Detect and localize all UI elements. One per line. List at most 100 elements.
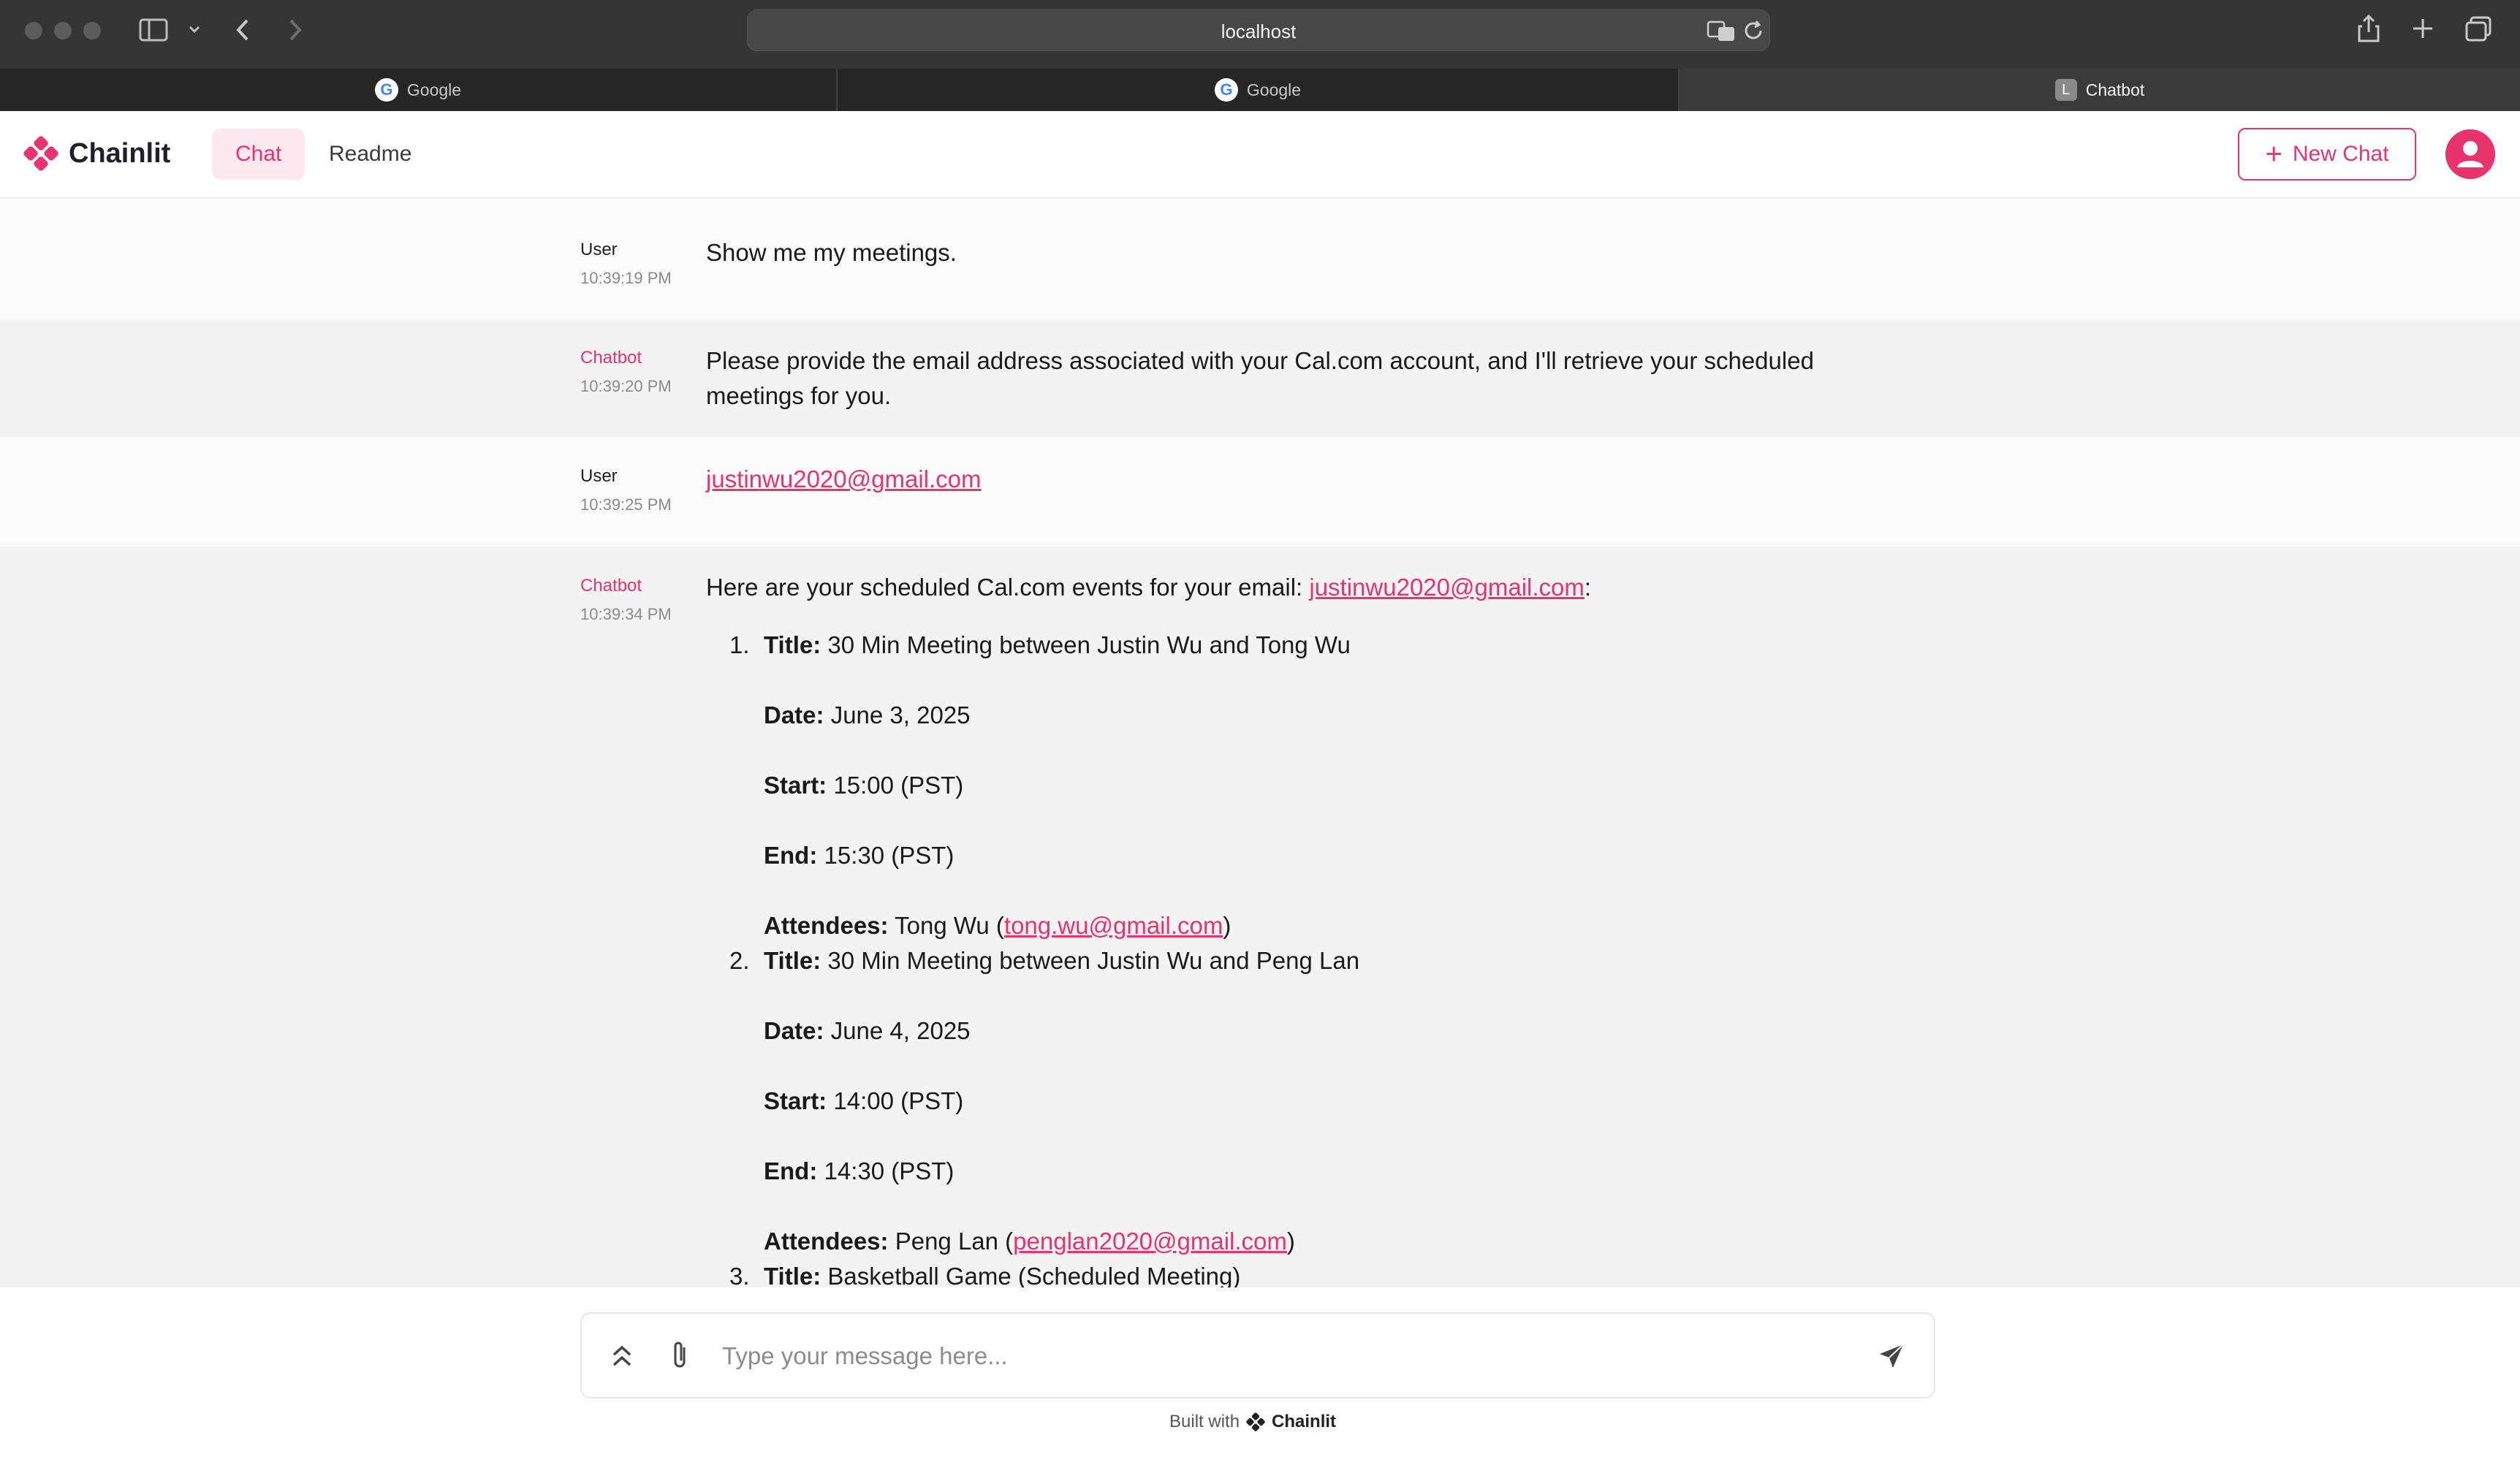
user-message: User 10:39:25 PM justinwu2020@gmail.com — [0, 437, 2520, 547]
field-value: June 4, 2025 — [830, 1017, 971, 1044]
attendee-close: ) — [1223, 912, 1231, 939]
attendee-name: Tong Wu ( — [895, 912, 1004, 939]
back-arrow-icon[interactable] — [234, 16, 251, 47]
list-number: 2. — [729, 947, 750, 974]
browser-tab-active[interactable]: L Chatbot — [1680, 69, 2520, 111]
new-tab-icon[interactable] — [2410, 16, 2435, 45]
user-icon — [2457, 141, 2483, 167]
tab-overview-icon[interactable] — [2464, 16, 2492, 46]
browser-tab[interactable]: G Google — [838, 69, 1678, 111]
reload-icon[interactable] — [1743, 19, 1765, 46]
tab-label: Google — [1246, 80, 1302, 99]
minimize-window-button[interactable] — [54, 22, 72, 39]
attendee-email-link[interactable]: penglan2020@gmail.com — [1013, 1228, 1287, 1255]
email-link[interactable]: justinwu2020@gmail.com — [706, 465, 982, 492]
address-bar[interactable]: localhost — [747, 9, 1770, 51]
chainlit-logo-icon — [23, 136, 58, 171]
tab-bar: G Google G Google L Chatbot — [0, 69, 2520, 111]
bot-message: Chatbot 10:39:34 PM Here are your schedu… — [0, 547, 2520, 1287]
event-start: Start: 15:00 (PST) — [764, 772, 963, 799]
bot-message: Chatbot 10:39:20 PM Please provide the e… — [0, 320, 2520, 437]
field-value: Basketball Game (Scheduled Meeting) — [827, 1263, 1241, 1287]
brand-name: Chainlit — [69, 137, 171, 169]
field-value: June 3, 2025 — [830, 701, 971, 728]
event-title: Title: Basketball Game (Scheduled Meetin… — [764, 1263, 1240, 1287]
message-author: User — [580, 466, 618, 486]
zoom-window-button[interactable] — [83, 22, 101, 39]
message-time: 10:39:25 PM — [580, 495, 672, 514]
field-label: Date: — [764, 701, 824, 728]
field-label: Title: — [764, 1263, 821, 1287]
field-label: End: — [764, 842, 818, 869]
field-value: 14:30 (PST) — [824, 1157, 955, 1184]
field-value: 15:30 (PST) — [824, 842, 955, 869]
intro-text: Here are your scheduled Cal.com events f… — [706, 574, 1310, 601]
tab-chat[interactable]: Chat — [212, 129, 305, 180]
share-icon[interactable] — [2356, 13, 2381, 47]
chainlit-logo[interactable]: Chainlit — [22, 134, 170, 172]
chevrons-up-icon[interactable] — [610, 1342, 634, 1374]
event-attendees: Attendees: Peng Lan (penglan2020@gmail.c… — [764, 1228, 1295, 1255]
google-icon: G — [1214, 78, 1238, 102]
email-link[interactable]: justinwu2020@gmail.com — [1309, 574, 1585, 601]
browser-toolbar: localhost — [0, 0, 2520, 69]
attendee-email-link[interactable]: tong.wu@gmail.com — [1004, 912, 1223, 939]
google-icon: G — [374, 78, 398, 102]
message-author: Chatbot — [580, 348, 642, 368]
field-label: Attendees: — [764, 912, 889, 939]
field-label: Attendees: — [764, 1228, 889, 1255]
message-text: justinwu2020@gmail.com — [706, 462, 982, 497]
message-time: 10:39:34 PM — [580, 605, 672, 623]
message-composer — [580, 1312, 1935, 1399]
field-value: 30 Min Meeting between Justin Wu and Pen… — [827, 947, 1360, 974]
chainlit-logo-icon — [1246, 1412, 1265, 1431]
user-avatar[interactable] — [2445, 129, 2495, 179]
tab-label: Chatbot — [2085, 80, 2145, 99]
field-label: Title: — [764, 947, 821, 974]
letter-l-icon: L — [2054, 79, 2077, 101]
event-start: Start: 14:00 (PST) — [764, 1087, 963, 1115]
attendee-name: Peng Lan ( — [895, 1228, 1014, 1255]
event-date: Date: June 3, 2025 — [764, 701, 971, 729]
event-attendees: Attendees: Tong Wu (tong.wu@gmail.com) — [764, 912, 1231, 940]
message-time: 10:39:19 PM — [580, 269, 672, 287]
paperclip-icon[interactable] — [668, 1339, 693, 1376]
built-with-text: Built with — [1169, 1412, 1240, 1431]
browser-tab[interactable]: G Google — [0, 69, 836, 111]
attendee-close: ) — [1286, 1228, 1295, 1255]
message-author: Chatbot — [580, 576, 642, 596]
event-end: End: 14:30 (PST) — [764, 1157, 954, 1185]
built-with-brand: Chainlit — [1272, 1412, 1337, 1431]
tab-readme[interactable]: Readme — [305, 129, 435, 180]
intro-end: : — [1584, 574, 1592, 601]
event-title: Title: 30 Min Meeting between Justin Wu … — [764, 947, 1359, 975]
field-label: Title: — [764, 631, 821, 658]
message-time: 10:39:20 PM — [580, 377, 672, 395]
sidebar-toggle-icon[interactable] — [139, 18, 168, 46]
chevron-down-icon[interactable] — [187, 22, 202, 40]
field-label: End: — [764, 1157, 818, 1184]
list-number: 3. — [729, 1263, 750, 1287]
plus-icon: + — [2265, 138, 2282, 170]
field-label: Start: — [764, 1087, 827, 1114]
field-value: 15:00 (PST) — [833, 772, 964, 799]
url-text: localhost — [1221, 20, 1297, 42]
field-label: Start: — [764, 772, 827, 799]
message-intro: Here are your scheduled Cal.com events f… — [706, 570, 1591, 605]
message-text: Show me my meetings. — [706, 239, 957, 266]
built-with-footer[interactable]: Built with Chainlit — [1169, 1412, 1336, 1432]
message-text: Please provide the email address associa… — [706, 343, 1814, 414]
field-value: 14:00 (PST) — [833, 1087, 964, 1114]
forward-arrow-icon[interactable] — [286, 16, 304, 47]
app-header: Chainlit Chat Readme + New Chat — [0, 111, 2520, 199]
new-chat-button[interactable]: + New Chat — [2238, 128, 2416, 180]
send-icon[interactable] — [1877, 1342, 1906, 1374]
message-line: meetings for you. — [706, 382, 892, 409]
message-input[interactable] — [722, 1334, 1818, 1378]
event-title: Title: 30 Min Meeting between Justin Wu … — [764, 631, 1351, 659]
translate-icon[interactable] — [1707, 20, 1736, 46]
new-chat-label: New Chat — [2292, 142, 2389, 166]
close-window-button[interactable] — [25, 22, 42, 39]
field-label: Date: — [764, 1017, 824, 1044]
event-date: Date: June 4, 2025 — [764, 1017, 971, 1045]
